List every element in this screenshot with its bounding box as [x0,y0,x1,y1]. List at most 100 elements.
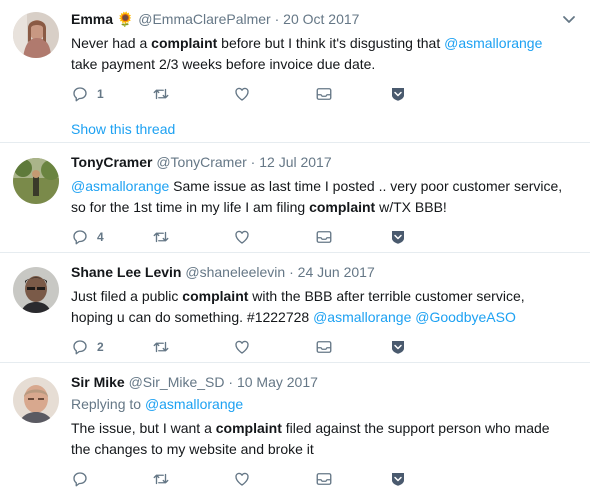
separator: · [274,11,280,27]
mention-link[interactable]: @GoodbyeASO [415,309,516,325]
reply-button[interactable]: 2 [71,338,104,356]
sunflower-emoji: 🌻 [116,11,135,27]
retweet-button[interactable] [151,228,171,246]
envelope-icon [316,473,332,485]
envelope-icon [316,341,332,353]
tweet-body: Sir Mike @Sir_Mike_SD · 10 May 2017 Repl… [71,373,570,490]
display-name[interactable]: Sir Mike [71,374,125,390]
tweet-body: Shane Lee Levin @shaneleelevin · 24 Jun … [71,263,570,358]
tweet-header: TonyCramer @TonyCramer · 12 Jul 2017 [71,153,570,172]
tweet-feed: Emma 🌻 @EmmaClarePalmer · 20 Oct 2017 Ne… [0,0,590,501]
shield-icon [392,341,404,354]
dm-button[interactable] [315,470,333,488]
retweet-button[interactable] [151,470,171,488]
tweet-text: @asmallorange Same issue as last time I … [71,176,570,218]
tweet-date[interactable]: 10 May 2017 [237,374,318,390]
separator: · [250,154,256,170]
tweet-header: Shane Lee Levin @shaneleelevin · 24 Jun … [71,263,570,282]
mention-link[interactable]: @asmallorange [313,309,411,325]
shield-icon [392,473,404,486]
shield-button[interactable] [389,228,407,246]
avatar[interactable] [13,267,59,313]
dm-button[interactable] [315,338,333,356]
avatar[interactable] [13,377,59,423]
reply-button[interactable]: 1 [71,85,104,103]
retweet-icon [153,231,169,243]
tweet-header: Sir Mike @Sir_Mike_SD · 10 May 2017 [71,373,570,392]
tweet-text-segment: Never had a [71,35,152,51]
dm-button[interactable] [315,85,333,103]
shield-button[interactable] [389,470,407,488]
show-thread-link[interactable]: Show this thread [71,120,570,139]
tweet-header: Emma 🌻 @EmmaClarePalmer · 20 Oct 2017 [71,10,570,29]
tweet-text-segment: The issue, but I want a [71,420,216,436]
retweet-icon [153,88,169,100]
tweet-actions [71,470,570,490]
tweet-actions: 1 [71,85,570,105]
tweet-body: TonyCramer @TonyCramer · 12 Jul 2017 @as… [71,153,570,248]
chevron-down-icon [563,16,575,23]
shield-icon [392,88,404,101]
tweet-actions: 2 [71,338,570,358]
heart-icon [235,340,249,354]
replying-to-handle[interactable]: @asmallorange [145,396,243,412]
tweet-text-segment: w/TX BBB! [375,199,447,215]
envelope-icon [316,88,332,100]
highlighted-keyword: complaint [309,199,376,215]
dm-button[interactable] [315,228,333,246]
tweet-text-segment: before but I think it's disgusting that [217,35,445,51]
user-handle[interactable]: @shaneleelevin [185,264,285,280]
replying-to-label: Replying to [71,396,145,412]
user-handle[interactable]: @EmmaClarePalmer [138,11,270,27]
tweet-body: Emma 🌻 @EmmaClarePalmer · 20 Oct 2017 Ne… [71,10,570,139]
mention-link[interactable]: @asmallorange [71,178,169,194]
tweet-date[interactable]: 12 Jul 2017 [259,154,331,170]
reply-count: 1 [97,87,104,101]
reply-icon [73,87,87,102]
reply-button[interactable] [71,470,89,488]
like-button[interactable] [233,85,251,103]
reply-icon [73,340,87,355]
tweet[interactable]: Sir Mike @Sir_Mike_SD · 10 May 2017 Repl… [0,363,590,501]
tweet-text-segment: Just filed a public [71,288,183,304]
display-name[interactable]: Emma [71,11,113,27]
tweet-text: Never had a complaint before but I think… [71,33,570,75]
tweet[interactable]: Emma 🌻 @EmmaClarePalmer · 20 Oct 2017 Ne… [0,0,590,143]
shield-button[interactable] [389,338,407,356]
tweet-text: Just filed a public complaint with the B… [71,286,570,328]
reply-icon [73,230,87,245]
highlighted-keyword: complaint [215,420,282,436]
user-handle[interactable]: @Sir_Mike_SD [129,374,225,390]
display-name[interactable]: TonyCramer [71,154,152,170]
tweet-date[interactable]: 24 Jun 2017 [298,264,375,280]
reply-count: 2 [97,340,104,354]
tweet[interactable]: Shane Lee Levin @shaneleelevin · 24 Jun … [0,253,590,363]
shield-button[interactable] [389,85,407,103]
retweet-icon [153,341,169,353]
tweet[interactable]: TonyCramer @TonyCramer · 12 Jul 2017 @as… [0,143,590,253]
retweet-icon [153,473,169,485]
reply-count: 4 [97,230,104,244]
avatar[interactable] [13,12,59,58]
tweet-text: The issue, but I want a complaint filed … [71,418,570,460]
tweet-text-segment: take payment 2/3 weeks before invoice du… [71,56,376,72]
separator: · [289,264,294,280]
like-button[interactable] [233,228,251,246]
reply-button[interactable]: 4 [71,228,104,246]
tweet-date[interactable]: 20 Oct 2017 [283,11,359,27]
envelope-icon [316,231,332,243]
replying-to: Replying to @asmallorange [71,395,570,414]
highlighted-keyword: complaint [151,35,218,51]
display-name[interactable]: Shane Lee Levin [71,264,181,280]
retweet-button[interactable] [151,338,171,356]
more-menu-button[interactable] [562,12,576,30]
mention-link[interactable]: @asmallorange [444,35,542,51]
like-button[interactable] [233,470,251,488]
reply-icon [73,472,87,487]
user-handle[interactable]: @TonyCramer [156,154,246,170]
shield-icon [392,231,404,244]
like-button[interactable] [233,338,251,356]
retweet-button[interactable] [151,85,171,103]
highlighted-keyword: complaint [182,288,249,304]
avatar[interactable] [13,158,59,204]
